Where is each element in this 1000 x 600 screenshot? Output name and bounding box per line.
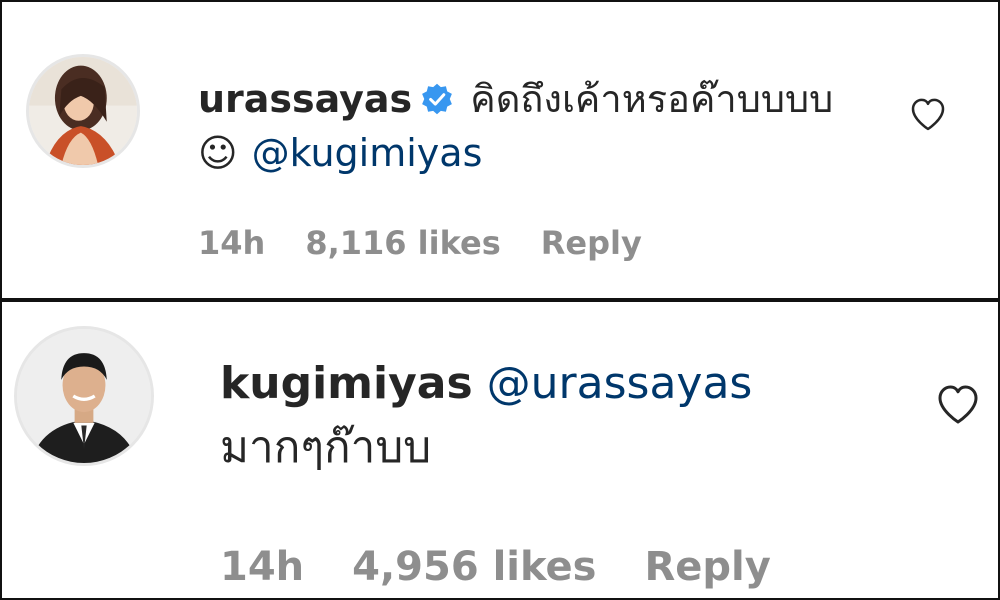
avatar-urassayas[interactable] — [26, 54, 140, 168]
comment-time[interactable]: 14h — [220, 544, 304, 590]
heart-outline-icon[interactable] — [908, 94, 948, 134]
reply-button[interactable]: Reply — [541, 224, 642, 262]
comment-panel-urassayas: urassayas คิดถึงเค้าหรอค๊าบบบบ ☺ @kugimiy… — [2, 2, 998, 298]
comment-text: มากๆก๊าบบ — [220, 422, 432, 473]
likes-count[interactable]: 4,956 likes — [352, 544, 596, 590]
comment-text: คิดถึงเค้าหรอค๊าบบบบ — [470, 77, 834, 121]
heart-outline-icon[interactable] — [934, 380, 982, 428]
mention-link[interactable]: @urassayas — [487, 358, 753, 409]
comment-body: urassayas คิดถึงเค้าหรอค๊าบบบบ ☺ @kugimiy… — [198, 72, 898, 180]
smiley-emoji: ☺ — [198, 131, 238, 175]
verified-badge-icon — [420, 82, 454, 116]
avatar-image — [29, 57, 137, 165]
username[interactable]: kugimiyas — [220, 358, 473, 409]
avatar-kugimiyas[interactable] — [14, 326, 154, 466]
mention-link[interactable]: @kugimiyas — [252, 131, 483, 175]
comment-time[interactable]: 14h — [198, 224, 265, 262]
avatar-image — [17, 329, 151, 463]
reply-button[interactable]: Reply — [644, 544, 770, 590]
likes-count[interactable]: 8,116 likes — [305, 224, 500, 262]
comment-meta: 14h 4,956 likes Reply — [220, 544, 811, 590]
username[interactable]: urassayas — [198, 77, 412, 121]
comment-body: kugimiyas @urassayas มากๆก๊าบบ — [220, 352, 920, 480]
comment-meta: 14h 8,116 likes Reply — [198, 224, 682, 262]
